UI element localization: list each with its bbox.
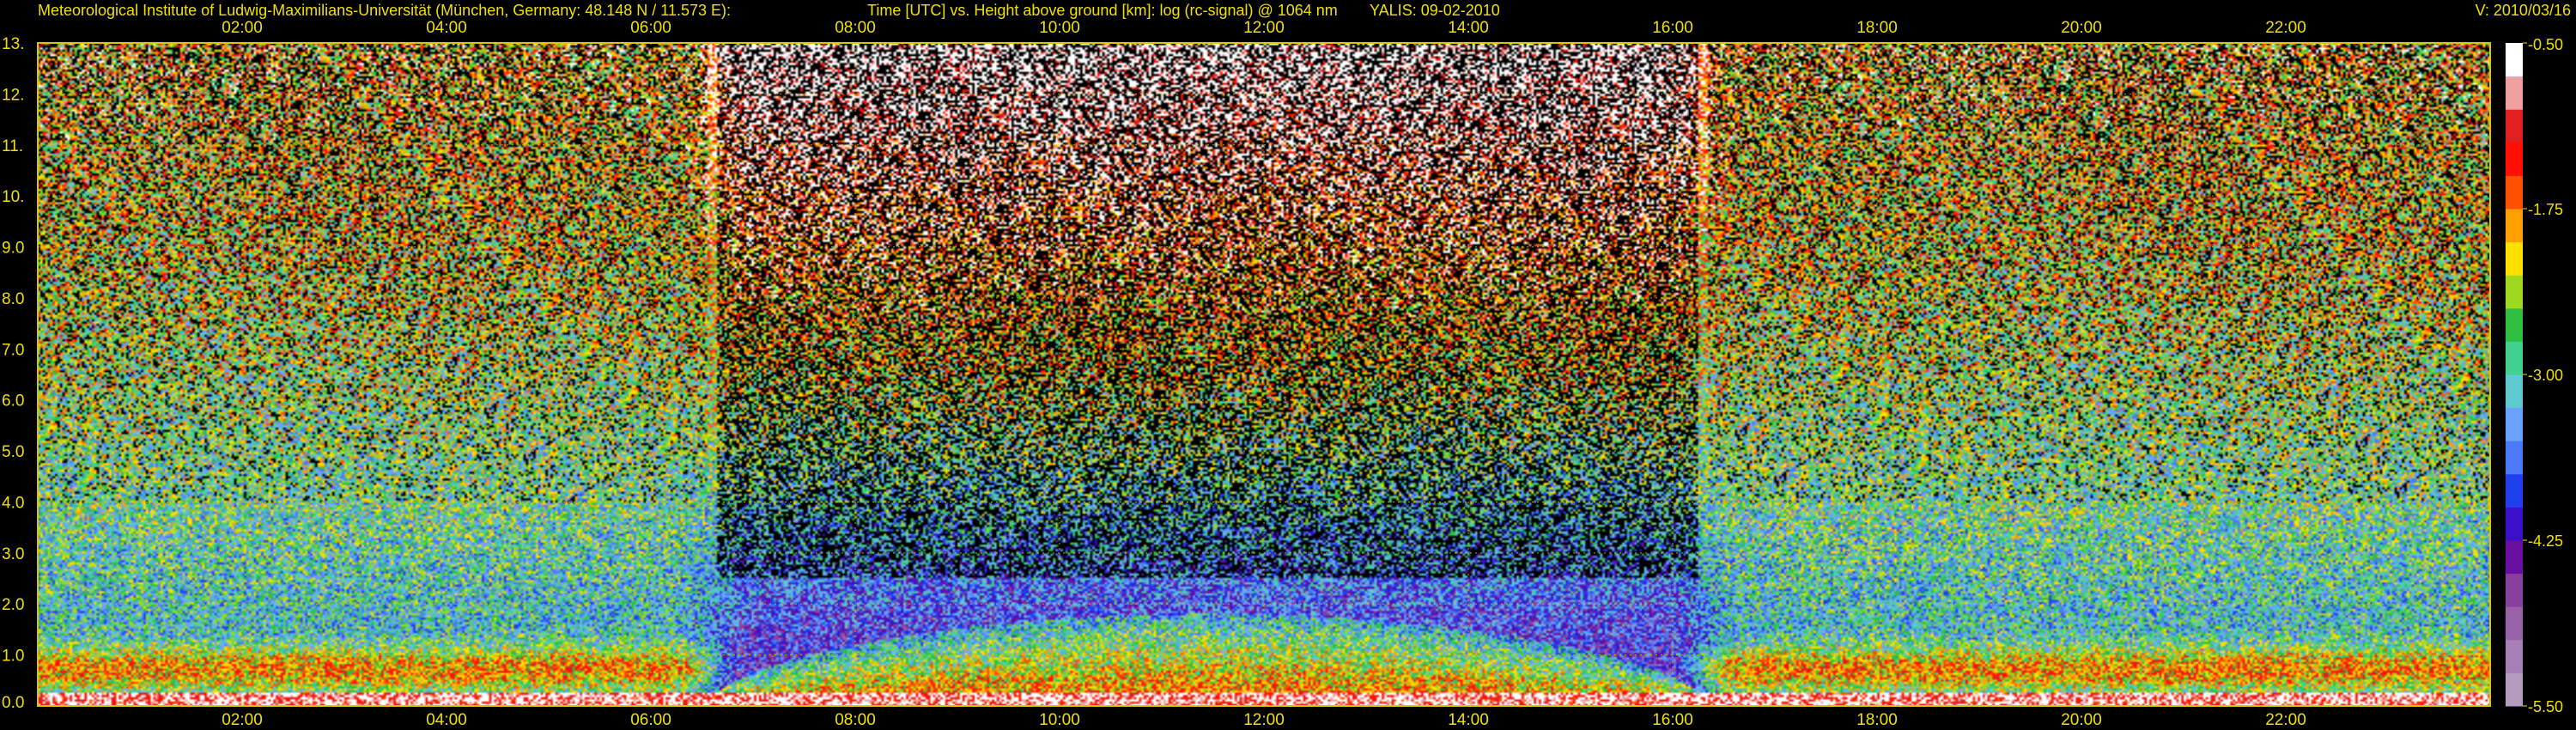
colorbar-segment bbox=[2506, 109, 2523, 143]
y-tick-label: 11. bbox=[2, 137, 23, 155]
colorbar-segment bbox=[2506, 209, 2523, 243]
y-tick-label: 6.0 bbox=[2, 392, 24, 411]
y-tick-label: 3.0 bbox=[2, 545, 24, 563]
x-tick-label-top: 02:00 bbox=[222, 19, 263, 37]
colorbar-segment bbox=[2506, 672, 2523, 707]
colorbar-segment bbox=[2506, 473, 2523, 508]
x-tick-label-top: 08:00 bbox=[835, 19, 876, 37]
colorbar-segment bbox=[2506, 540, 2523, 575]
colorbar-segment bbox=[2506, 241, 2523, 276]
y-tick-label: 13. bbox=[2, 35, 24, 53]
y-tick-label: 8.0 bbox=[2, 290, 24, 308]
colorbar-segment bbox=[2506, 507, 2523, 541]
x-tick-label-top: 12:00 bbox=[1243, 19, 1285, 37]
colorbar-segment bbox=[2506, 639, 2523, 673]
y-tick-label: 7.0 bbox=[2, 341, 24, 359]
x-tick-label-top: 18:00 bbox=[1856, 19, 1898, 37]
x-tick-label-top: 14:00 bbox=[1448, 19, 1489, 37]
lidar-heatmap-chart: 02:00 02:00 04:00 04:00 06:00 06:00 08:00 08:00… bbox=[2, 19, 2563, 729]
colorbar-segment bbox=[2506, 606, 2523, 641]
x-tick-label-top: 22:00 bbox=[2265, 19, 2306, 37]
colorbar-tick-label: -3.00 bbox=[2528, 367, 2563, 384]
x-tick-label-top: 10:00 bbox=[1039, 19, 1080, 37]
y-tick-label: 5.0 bbox=[2, 443, 24, 461]
y-tick-label: 10. bbox=[2, 188, 24, 206]
x-tick-label-bottom: 04:00 bbox=[426, 711, 467, 729]
colorbar-segment bbox=[2506, 374, 2523, 409]
y-tick-label: 1.0 bbox=[2, 648, 24, 666]
y-tick-label: 2.0 bbox=[2, 596, 24, 614]
colorbar-segment bbox=[2506, 175, 2523, 210]
y-tick-label: 4.0 bbox=[2, 494, 24, 512]
colorbar-tick-label: -5.50 bbox=[2528, 698, 2563, 715]
y-tick-label: 0.0 bbox=[2, 694, 24, 712]
y-tick-label: 9.0 bbox=[2, 240, 24, 258]
colorbar-tick-label: -1.75 bbox=[2528, 201, 2563, 218]
x-tick-label-top: 06:00 bbox=[630, 19, 671, 37]
x-tick-label-bottom: 20:00 bbox=[2061, 711, 2102, 729]
x-tick-label-top: 04:00 bbox=[426, 19, 467, 37]
x-tick-label-bottom: 16:00 bbox=[1652, 711, 1693, 729]
x-tick-label-bottom: 08:00 bbox=[835, 711, 876, 729]
colorbar-segment bbox=[2506, 407, 2523, 441]
y-tick-label: 12. bbox=[2, 86, 24, 104]
x-tick-label-bottom: 06:00 bbox=[630, 711, 671, 729]
x-tick-label-bottom: 18:00 bbox=[1856, 711, 1898, 729]
colorbar-segment bbox=[2506, 573, 2523, 607]
colorbar-segment bbox=[2506, 43, 2523, 77]
x-tick-label-bottom: 22:00 bbox=[2265, 711, 2306, 729]
colorbar: -0.50 -1.75 -3.00 -4.25 -5.50 bbox=[2506, 36, 2563, 715]
colorbar-segment bbox=[2506, 341, 2523, 375]
x-tick-label-bottom: 14:00 bbox=[1448, 711, 1489, 729]
x-tick-label-bottom: 12:00 bbox=[1243, 711, 1285, 729]
colorbar-segment bbox=[2506, 142, 2523, 176]
x-tick-label-top: 20:00 bbox=[2061, 19, 2102, 37]
colorbar-segment bbox=[2506, 307, 2523, 342]
colorbar-segment bbox=[2506, 76, 2523, 110]
colorbar-segment bbox=[2506, 275, 2523, 309]
colorbar-segment bbox=[2506, 441, 2523, 475]
colorbar-tick-label: -0.50 bbox=[2528, 36, 2563, 53]
x-tick-label-bottom: 10:00 bbox=[1039, 711, 1080, 729]
colorbar-tick-label: -4.25 bbox=[2528, 532, 2563, 550]
x-tick-label-top: 16:00 bbox=[1652, 19, 1693, 37]
x-tick-label-bottom: 02:00 bbox=[222, 711, 263, 729]
